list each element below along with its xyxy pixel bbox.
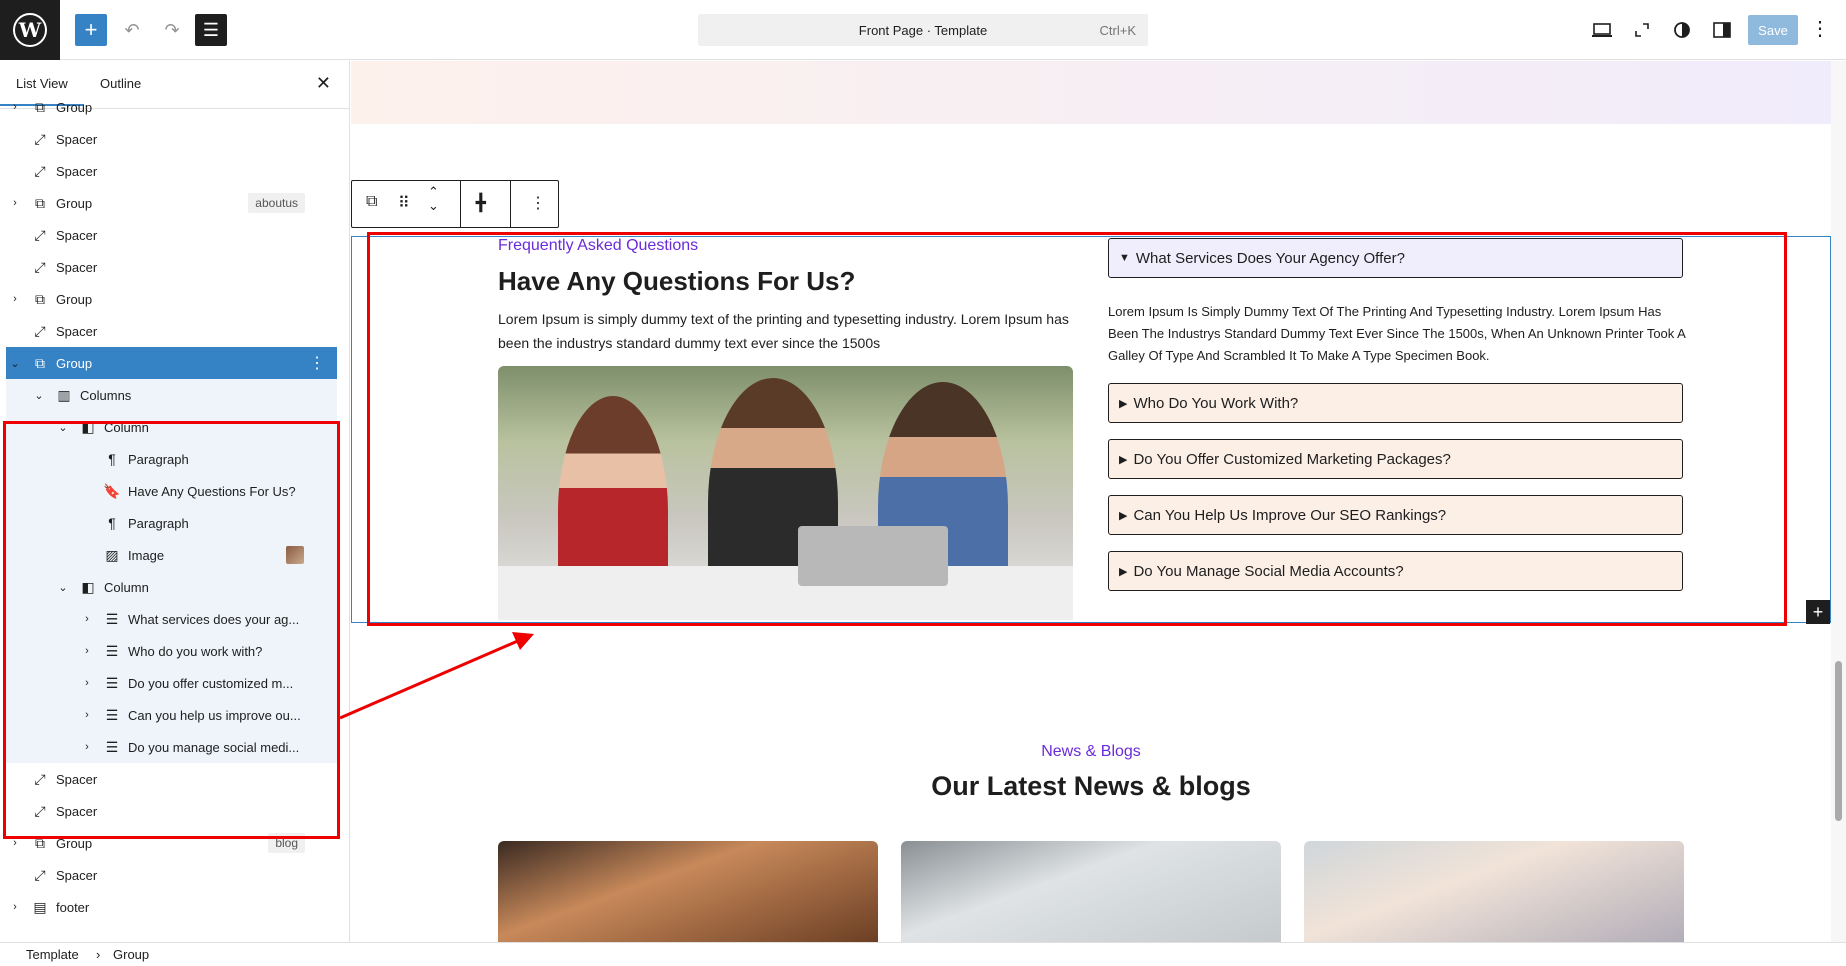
columns-icon: ▥ (57, 386, 71, 403)
list-view-row[interactable]: ⤢ Spacer (0, 859, 340, 891)
list-view-row[interactable]: ⤢ Spacer (0, 219, 340, 251)
list-view-row[interactable]: › ⧉ Group (0, 283, 340, 315)
canvas-scrollbar[interactable] (1831, 61, 1846, 942)
insert-block-plus-icon[interactable]: + (1806, 600, 1830, 624)
redo-button[interactable]: ↷ (156, 14, 188, 46)
annotation-highlight-box (3, 421, 340, 839)
group-icon: ⧉ (35, 290, 45, 307)
list-view-row[interactable]: ⤢ Spacer (0, 315, 340, 347)
list-view-row[interactable]: ⤢ Spacer (0, 155, 340, 187)
list-view-row[interactable]: ⤢ Spacer (0, 251, 340, 283)
blog-card-image (498, 841, 878, 942)
list-view-row[interactable]: › ⧉ Group aboutus (0, 187, 340, 219)
block-toolbar: ⧉ ⠿ ⌃ ⌄ ╋ ⋮ (351, 180, 559, 228)
list-view-row[interactable]: › ▤ footer (0, 891, 340, 923)
command-shortcut: Ctrl+K (1099, 23, 1136, 38)
news-eyebrow: News & Blogs (1041, 743, 1141, 760)
blog-card-image (901, 841, 1281, 942)
styles-contrast-icon[interactable] (1668, 16, 1696, 44)
list-view-row-label: Spacer (56, 163, 98, 179)
editor-topbar: W + ↶ ↷ ☰ Front Page · Template Ctrl+K S… (0, 0, 1846, 60)
toolbar-divider (510, 181, 511, 227)
chevron-right-icon: › (96, 947, 101, 962)
spacer-icon: ⤢ (34, 322, 46, 339)
list-view-row-label: Spacer (56, 867, 98, 883)
desktop-preview-icon[interactable] (1588, 16, 1616, 44)
list-view-row-label: Group (56, 291, 93, 307)
group-icon: ⧉ (35, 98, 45, 115)
list-view-row-label: footer (56, 899, 90, 915)
chevron-right-icon[interactable]: › (8, 901, 22, 913)
previous-section-band (351, 61, 1831, 124)
list-view-row-label: Group (56, 355, 93, 371)
list-view-row-label: Group (56, 195, 93, 211)
list-view-row-label: Spacer (56, 227, 98, 243)
undo-button[interactable]: ↶ (116, 14, 148, 46)
wordpress-logo-button[interactable]: W (0, 0, 60, 60)
list-view-row-label: Spacer (56, 131, 98, 147)
list-view-row-label: Spacer (56, 259, 98, 275)
list-view-toggle-button[interactable]: ☰ (195, 14, 227, 46)
list-view-row[interactable]: ⤢ Spacer (0, 123, 340, 155)
list-view-row[interactable]: › ⧉ Group (0, 91, 340, 123)
blog-card-image (1304, 841, 1684, 942)
options-menu-icon[interactable]: ⋮ (1810, 16, 1830, 41)
list-view-sidebar: List View Outline ✕ › ⧉ Group ⤢ Spacer ⤢ Space… (0, 61, 350, 942)
annotation-highlight-box (367, 232, 1787, 626)
list-view-row-label: Columns (80, 387, 132, 403)
command-palette-button[interactable]: Front Page · Template Ctrl+K (698, 14, 1148, 46)
save-button[interactable]: Save (1748, 15, 1798, 45)
row-options-icon[interactable]: ⋮ (309, 353, 325, 373)
chevron-down-icon[interactable]: ⌄ (8, 357, 22, 370)
group-block-icon[interactable]: ⧉ (366, 193, 377, 211)
spacer-icon: ⤢ (34, 226, 46, 243)
list-view-row-label: Spacer (56, 323, 98, 339)
move-up-down-icon[interactable]: ⌃ ⌄ (428, 185, 439, 213)
add-block-button[interactable]: + (75, 14, 107, 46)
fullscreen-icon[interactable] (1628, 16, 1656, 44)
settings-sidebar-icon[interactable] (1708, 16, 1736, 44)
spacer-icon: ⤢ (34, 866, 46, 883)
template-part-icon: ▤ (33, 898, 47, 915)
group-icon: ⧉ (35, 194, 45, 211)
justify-icon[interactable]: ╋ (476, 193, 486, 213)
tab-list-view[interactable]: List View (0, 76, 84, 106)
spacer-icon: ⤢ (34, 162, 46, 179)
spacer-icon: ⤢ (34, 130, 46, 147)
spacer-icon: ⤢ (34, 258, 46, 275)
block-options-icon[interactable]: ⋮ (530, 193, 546, 213)
list-view-row[interactable]: ⌄ ⧉ Group ⋮ (6, 347, 337, 379)
anchor-badge: aboutus (248, 193, 305, 213)
group-icon: ⧉ (35, 354, 45, 371)
chevron-down-icon[interactable]: ⌄ (32, 389, 46, 402)
list-view-row-label: Group (56, 99, 93, 115)
editor-canvas: ⧉ ⠿ ⌃ ⌄ ╋ ⋮ Frequently Asked Questions Ha… (351, 61, 1831, 942)
wordpress-logo-icon: W (13, 13, 47, 47)
list-view-row[interactable]: ⌄ ▥ Columns (6, 379, 337, 411)
news-heading: Our Latest News & blogs (931, 771, 1251, 801)
tab-outline[interactable]: Outline (100, 76, 141, 91)
breadcrumb: Template › Group (0, 942, 1846, 966)
chevron-right-icon[interactable]: › (8, 101, 22, 113)
drag-handle-icon[interactable]: ⠿ (398, 193, 410, 213)
chevron-right-icon[interactable]: › (8, 293, 22, 305)
chevron-right-icon[interactable]: › (8, 197, 22, 209)
breadcrumb-root[interactable]: Template (26, 947, 79, 962)
toolbar-divider (460, 181, 461, 227)
document-title: Front Page · Template (858, 23, 988, 38)
breadcrumb-leaf[interactable]: Group (113, 947, 149, 962)
scrollbar-thumb[interactable] (1835, 661, 1842, 821)
